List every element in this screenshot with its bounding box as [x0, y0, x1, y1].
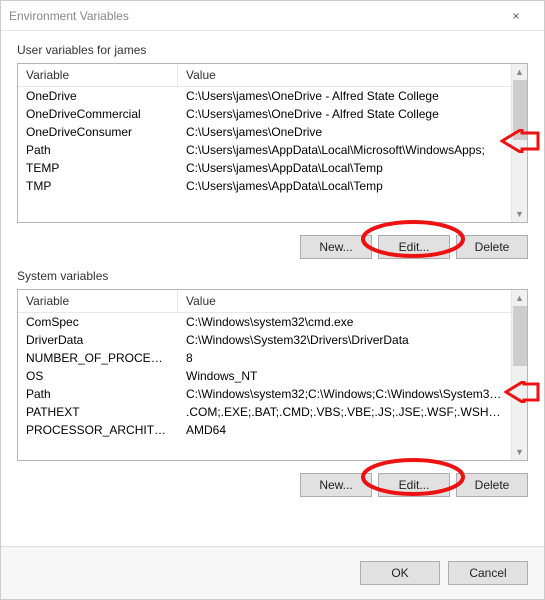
- cancel-button[interactable]: Cancel: [448, 561, 528, 585]
- cell-value: C:\Windows\system32;C:\Windows;C:\Window…: [178, 385, 511, 403]
- user-edit-button[interactable]: Edit...: [378, 235, 450, 259]
- scroll-track[interactable]: [512, 306, 528, 444]
- cell-value: 8: [178, 349, 511, 367]
- cell-variable: TEMP: [18, 159, 178, 177]
- table-row[interactable]: OneDriveC:\Users\james\OneDrive - Alfred…: [18, 87, 511, 105]
- cell-value: C:\Users\james\OneDrive - Alfred State C…: [178, 87, 511, 105]
- close-icon: ×: [512, 9, 519, 23]
- system-list-header: Variable Value: [18, 290, 511, 313]
- user-new-button[interactable]: New...: [300, 235, 372, 259]
- header-variable[interactable]: Variable: [18, 64, 178, 86]
- cell-value: AMD64: [178, 421, 511, 439]
- scroll-down-icon[interactable]: ▼: [512, 444, 528, 460]
- system-list-body: ComSpecC:\Windows\system32\cmd.exeDriver…: [18, 313, 511, 439]
- scroll-up-icon[interactable]: ▲: [512, 290, 528, 306]
- cell-value: Windows_NT: [178, 367, 511, 385]
- cell-variable: OneDrive: [18, 87, 178, 105]
- table-row[interactable]: DriverDataC:\Windows\System32\Drivers\Dr…: [18, 331, 511, 349]
- user-list-inner: Variable Value OneDriveC:\Users\james\On…: [18, 64, 511, 222]
- cell-value: C:\Users\james\AppData\Local\Microsoft\W…: [178, 141, 511, 159]
- system-button-row: New... Edit... Delete: [17, 461, 528, 497]
- table-row[interactable]: OSWindows_NT: [18, 367, 511, 385]
- table-row[interactable]: TMPC:\Users\james\AppData\Local\Temp: [18, 177, 511, 195]
- table-row[interactable]: OneDriveCommercialC:\Users\james\OneDriv…: [18, 105, 511, 123]
- titlebar: Environment Variables ×: [1, 1, 544, 31]
- cell-value: C:\Users\james\OneDrive: [178, 123, 511, 141]
- system-delete-button[interactable]: Delete: [456, 473, 528, 497]
- user-delete-button[interactable]: Delete: [456, 235, 528, 259]
- system-edit-button[interactable]: Edit...: [378, 473, 450, 497]
- table-row[interactable]: PROCESSOR_ARCHITECTU...AMD64: [18, 421, 511, 439]
- cell-value: C:\Users\james\AppData\Local\Temp: [178, 177, 511, 195]
- cell-variable: Path: [18, 385, 178, 403]
- system-scrollbar[interactable]: ▲ ▼: [511, 290, 527, 460]
- user-list-body: OneDriveC:\Users\james\OneDrive - Alfred…: [18, 87, 511, 195]
- user-button-row: New... Edit... Delete: [17, 223, 528, 259]
- cell-value: C:\Users\james\AppData\Local\Temp: [178, 159, 511, 177]
- user-variables-group: User variables for james Variable Value …: [17, 43, 528, 259]
- cell-variable: PROCESSOR_ARCHITECTU...: [18, 421, 178, 439]
- scroll-track[interactable]: [512, 80, 528, 206]
- system-variables-list[interactable]: Variable Value ComSpecC:\Windows\system3…: [17, 289, 528, 461]
- system-new-button[interactable]: New...: [300, 473, 372, 497]
- table-row[interactable]: PathC:\Users\james\AppData\Local\Microso…: [18, 141, 511, 159]
- table-row[interactable]: TEMPC:\Users\james\AppData\Local\Temp: [18, 159, 511, 177]
- scroll-up-icon[interactable]: ▲: [512, 64, 528, 80]
- user-variables-list[interactable]: Variable Value OneDriveC:\Users\james\On…: [17, 63, 528, 223]
- system-list-inner: Variable Value ComSpecC:\Windows\system3…: [18, 290, 511, 460]
- system-variables-label: System variables: [17, 269, 528, 283]
- cell-variable: OneDriveConsumer: [18, 123, 178, 141]
- cell-value: C:\Windows\system32\cmd.exe: [178, 313, 511, 331]
- user-scrollbar[interactable]: ▲ ▼: [511, 64, 527, 222]
- cell-variable: NUMBER_OF_PROCESSORS: [18, 349, 178, 367]
- window-title: Environment Variables: [9, 9, 496, 23]
- header-value[interactable]: Value: [178, 64, 511, 86]
- cell-value: .COM;.EXE;.BAT;.CMD;.VBS;.VBE;.JS;.JSE;.…: [178, 403, 511, 421]
- scroll-thumb[interactable]: [513, 306, 527, 366]
- scroll-thumb[interactable]: [513, 80, 527, 140]
- header-variable[interactable]: Variable: [18, 290, 178, 312]
- table-row[interactable]: NUMBER_OF_PROCESSORS8: [18, 349, 511, 367]
- header-value[interactable]: Value: [178, 290, 511, 312]
- cell-variable: DriverData: [18, 331, 178, 349]
- cell-value: C:\Windows\System32\Drivers\DriverData: [178, 331, 511, 349]
- cell-variable: OS: [18, 367, 178, 385]
- content-area: User variables for james Variable Value …: [1, 31, 544, 546]
- scroll-down-icon[interactable]: ▼: [512, 206, 528, 222]
- cell-variable: PATHEXT: [18, 403, 178, 421]
- cell-variable: TMP: [18, 177, 178, 195]
- table-row[interactable]: ComSpecC:\Windows\system32\cmd.exe: [18, 313, 511, 331]
- ok-button[interactable]: OK: [360, 561, 440, 585]
- user-list-header: Variable Value: [18, 64, 511, 87]
- table-row[interactable]: PathC:\Windows\system32;C:\Windows;C:\Wi…: [18, 385, 511, 403]
- user-variables-label: User variables for james: [17, 43, 528, 57]
- cell-variable: OneDriveCommercial: [18, 105, 178, 123]
- env-vars-dialog: Environment Variables × User variables f…: [0, 0, 545, 600]
- table-row[interactable]: OneDriveConsumerC:\Users\james\OneDrive: [18, 123, 511, 141]
- cell-variable: Path: [18, 141, 178, 159]
- close-button[interactable]: ×: [496, 2, 536, 30]
- cell-value: C:\Users\james\OneDrive - Alfred State C…: [178, 105, 511, 123]
- dialog-footer: OK Cancel: [1, 546, 544, 599]
- cell-variable: ComSpec: [18, 313, 178, 331]
- table-row[interactable]: PATHEXT.COM;.EXE;.BAT;.CMD;.VBS;.VBE;.JS…: [18, 403, 511, 421]
- system-variables-group: System variables Variable Value ComSpecC…: [17, 269, 528, 497]
